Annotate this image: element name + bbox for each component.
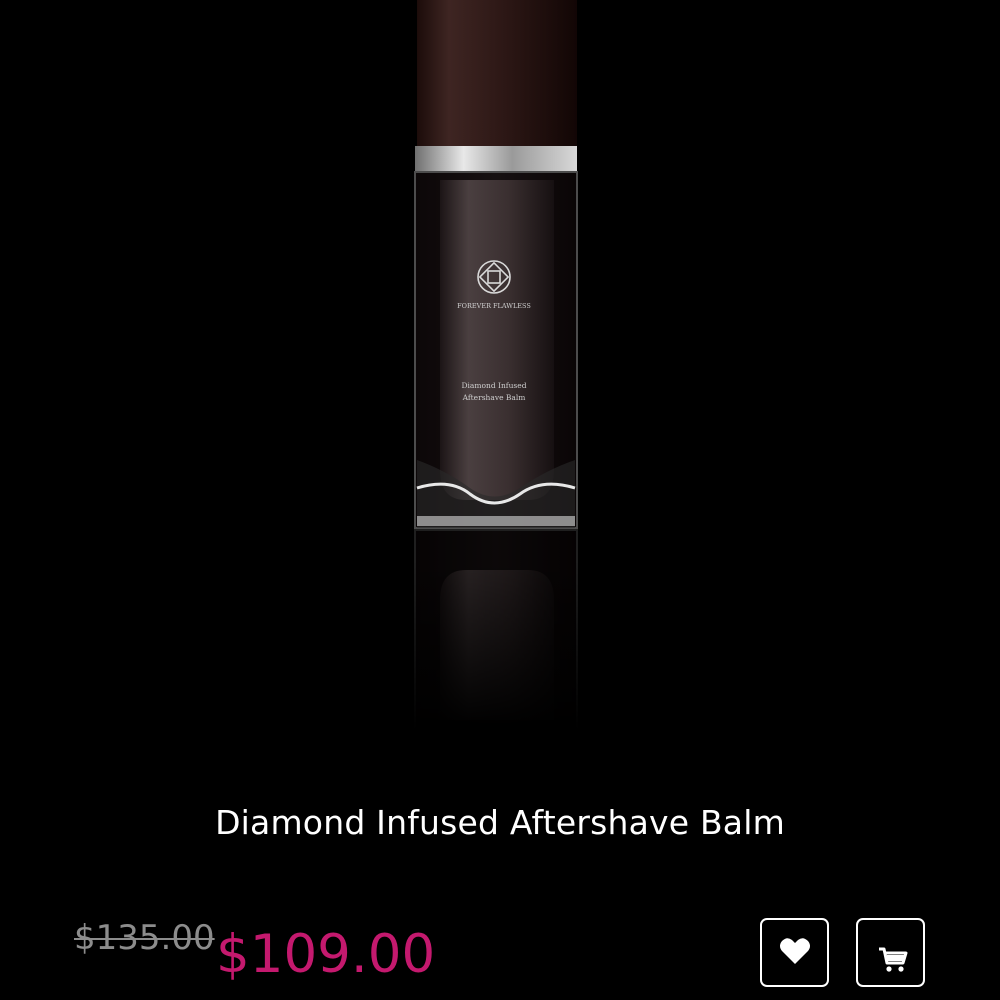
svg-text:FOREVER FLAWLESS: FOREVER FLAWLESS bbox=[457, 302, 531, 310]
product-title: Diamond Infused Aftershave Balm bbox=[215, 803, 785, 842]
shopping-cart-icon bbox=[874, 929, 908, 977]
svg-text:Diamond Infused: Diamond Infused bbox=[461, 381, 526, 390]
heart-icon bbox=[779, 936, 811, 970]
product-image: FOREVER FLAWLESS Diamond Infused Aftersh… bbox=[0, 0, 1000, 731]
sale-price: $109.00 bbox=[216, 924, 436, 985]
svg-text:Aftershave Balm: Aftershave Balm bbox=[462, 393, 526, 402]
add-to-wishlist-button[interactable] bbox=[760, 918, 829, 987]
original-price: $135.00 bbox=[74, 918, 215, 958]
add-to-cart-button[interactable] bbox=[856, 918, 925, 987]
